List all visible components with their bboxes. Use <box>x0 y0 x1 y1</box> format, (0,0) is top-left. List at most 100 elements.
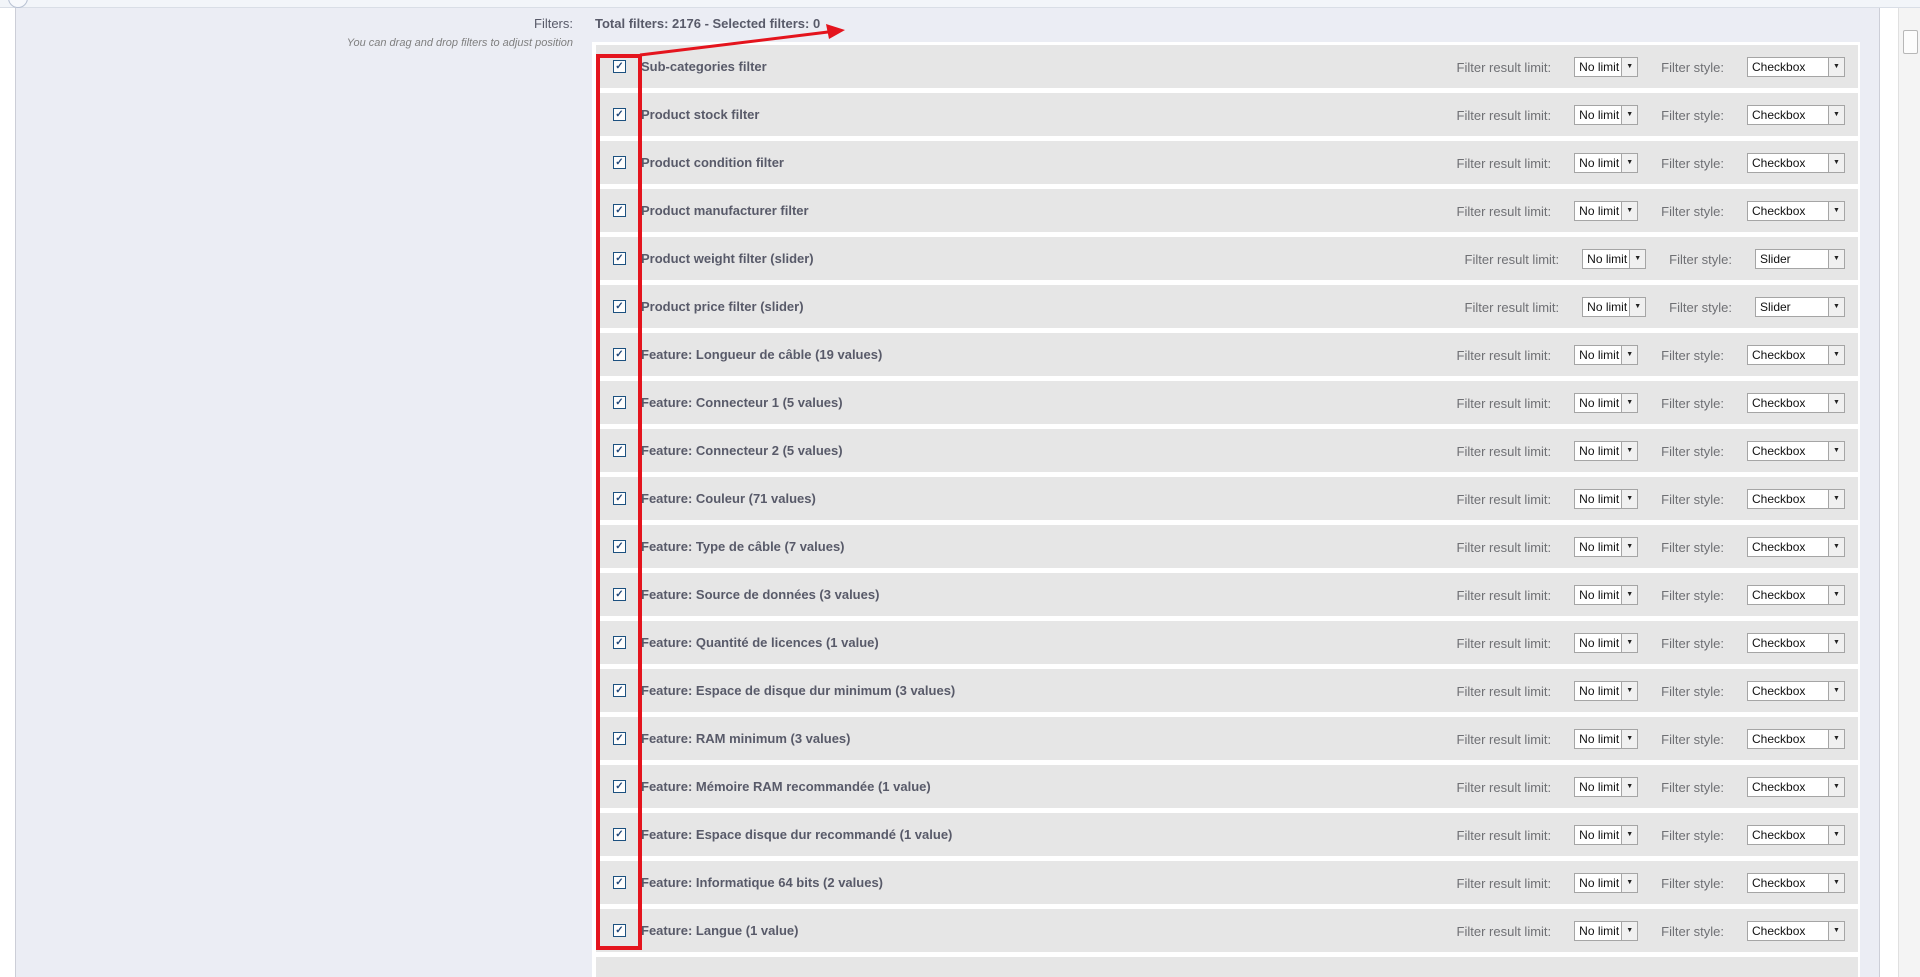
dropdown-arrow-icon[interactable]: ▼ <box>1621 826 1638 844</box>
filter-result-limit-select[interactable]: No limit ▼ <box>1574 825 1639 845</box>
filter-style-select[interactable]: Checkbox ▼ <box>1747 105 1845 125</box>
dropdown-arrow-icon[interactable]: ▼ <box>1828 538 1844 556</box>
dropdown-arrow-icon[interactable]: ▼ <box>1621 154 1638 172</box>
filter-style-select[interactable]: Checkbox ▼ <box>1747 57 1845 77</box>
dropdown-arrow-icon[interactable]: ▼ <box>1629 298 1646 316</box>
filter-style-select[interactable]: Slider ▼ <box>1755 297 1845 317</box>
filter-row[interactable]: ✓ Product weight filter (slider) Filter … <box>596 237 1858 280</box>
dropdown-arrow-icon[interactable]: ▼ <box>1621 58 1638 76</box>
filter-row[interactable]: ✓ Feature: RAM minimum (3 values) Filter… <box>596 717 1858 760</box>
filter-row[interactable]: ✓ Feature: Mémoire RAM recommandée (1 va… <box>596 765 1858 808</box>
dropdown-arrow-icon[interactable]: ▼ <box>1828 490 1844 508</box>
dropdown-arrow-icon[interactable]: ▼ <box>1629 250 1646 268</box>
filter-row-partial[interactable] <box>596 957 1858 977</box>
filter-row[interactable]: ✓ Product stock filter Filter result lim… <box>596 93 1858 136</box>
filter-style-select[interactable]: Checkbox ▼ <box>1747 681 1845 701</box>
dropdown-arrow-icon[interactable]: ▼ <box>1828 346 1844 364</box>
dropdown-arrow-icon[interactable]: ▼ <box>1621 346 1638 364</box>
filter-result-limit-select[interactable]: No limit ▼ <box>1582 297 1647 317</box>
dropdown-arrow-icon[interactable]: ▼ <box>1621 922 1638 940</box>
filter-row[interactable]: ✓ Feature: Espace disque dur recommandé … <box>596 813 1858 856</box>
dropdown-arrow-icon[interactable]: ▼ <box>1828 826 1844 844</box>
filter-row[interactable]: ✓ Product condition filter Filter result… <box>596 141 1858 184</box>
dropdown-arrow-icon[interactable]: ▼ <box>1828 682 1844 700</box>
dropdown-arrow-icon[interactable]: ▼ <box>1828 58 1844 76</box>
filter-result-limit-select[interactable]: No limit ▼ <box>1574 489 1639 509</box>
dropdown-arrow-icon[interactable]: ▼ <box>1621 634 1638 652</box>
filter-result-limit-select[interactable]: No limit ▼ <box>1574 585 1639 605</box>
filter-style-select[interactable]: Checkbox ▼ <box>1747 537 1845 557</box>
filter-style-select[interactable]: Checkbox ▼ <box>1747 777 1845 797</box>
dropdown-arrow-icon[interactable]: ▼ <box>1828 586 1844 604</box>
top-circle-icon[interactable] <box>8 0 28 8</box>
dropdown-arrow-icon[interactable]: ▼ <box>1621 106 1638 124</box>
filter-row[interactable]: ✓ Feature: Couleur (71 values) Filter re… <box>596 477 1858 520</box>
dropdown-arrow-icon[interactable]: ▼ <box>1621 202 1638 220</box>
filter-result-limit-select[interactable]: No limit ▼ <box>1574 777 1639 797</box>
filter-style-select[interactable]: Checkbox ▼ <box>1747 153 1845 173</box>
dropdown-arrow-icon[interactable]: ▼ <box>1621 442 1638 460</box>
filter-result-limit-select[interactable]: No limit ▼ <box>1574 921 1639 941</box>
filter-row[interactable]: ✓ Feature: Langue (1 value) Filter resul… <box>596 909 1858 952</box>
dropdown-arrow-icon[interactable]: ▼ <box>1621 682 1638 700</box>
scrollbar-thumb[interactable] <box>1903 30 1918 54</box>
filter-style-select[interactable]: Checkbox ▼ <box>1747 345 1845 365</box>
filter-style-select[interactable]: Checkbox ▼ <box>1747 489 1845 509</box>
dropdown-arrow-icon[interactable]: ▼ <box>1828 298 1844 316</box>
filter-row[interactable]: ✓ Sub-categories filter Filter result li… <box>596 45 1858 88</box>
dropdown-arrow-icon[interactable]: ▼ <box>1828 106 1844 124</box>
filter-style-select[interactable]: Checkbox ▼ <box>1747 585 1845 605</box>
filter-result-limit-select[interactable]: No limit ▼ <box>1574 153 1639 173</box>
filter-result-limit-select[interactable]: No limit ▼ <box>1574 873 1639 893</box>
filter-result-limit-select[interactable]: No limit ▼ <box>1574 729 1639 749</box>
filter-result-limit-select[interactable]: No limit ▼ <box>1574 681 1639 701</box>
dropdown-arrow-icon[interactable]: ▼ <box>1828 394 1844 412</box>
dropdown-arrow-icon[interactable]: ▼ <box>1621 874 1638 892</box>
dropdown-arrow-icon[interactable]: ▼ <box>1828 202 1844 220</box>
filter-result-limit-select[interactable]: No limit ▼ <box>1574 105 1639 125</box>
filter-row[interactable]: ✓ Product manufacturer filter Filter res… <box>596 189 1858 232</box>
filter-result-limit-select[interactable]: No limit ▼ <box>1574 345 1639 365</box>
dropdown-arrow-icon[interactable]: ▼ <box>1828 154 1844 172</box>
filter-result-limit-select[interactable]: No limit ▼ <box>1574 537 1639 557</box>
dropdown-arrow-icon[interactable]: ▼ <box>1828 874 1844 892</box>
dropdown-arrow-icon[interactable]: ▼ <box>1828 442 1844 460</box>
dropdown-arrow-icon[interactable]: ▼ <box>1828 250 1844 268</box>
filter-result-limit-select[interactable]: No limit ▼ <box>1574 393 1639 413</box>
dropdown-arrow-icon[interactable]: ▼ <box>1828 922 1844 940</box>
filter-style-select[interactable]: Checkbox ▼ <box>1747 729 1845 749</box>
dropdown-arrow-icon[interactable]: ▼ <box>1621 394 1638 412</box>
dropdown-arrow-icon[interactable]: ▼ <box>1621 586 1638 604</box>
filter-row[interactable]: ✓ Feature: Type de câble (7 values) Filt… <box>596 525 1858 568</box>
filter-style-select[interactable]: Checkbox ▼ <box>1747 633 1845 653</box>
filter-style-select[interactable]: Checkbox ▼ <box>1747 921 1845 941</box>
filter-style-select[interactable]: Checkbox ▼ <box>1747 873 1845 893</box>
dropdown-arrow-icon[interactable]: ▼ <box>1828 634 1844 652</box>
filter-row[interactable]: ✓ Feature: Longueur de câble (19 values)… <box>596 333 1858 376</box>
filter-row[interactable]: ✓ Feature: Connecteur 1 (5 values) Filte… <box>596 381 1858 424</box>
filter-row[interactable]: ✓ Product price filter (slider) Filter r… <box>596 285 1858 328</box>
filter-row[interactable]: ✓ Feature: Source de données (3 values) … <box>596 573 1858 616</box>
filter-result-limit-select[interactable]: No limit ▼ <box>1582 249 1647 269</box>
limit-value: No limit <box>1579 60 1620 74</box>
dropdown-arrow-icon[interactable]: ▼ <box>1621 730 1638 748</box>
dropdown-arrow-icon[interactable]: ▼ <box>1621 490 1638 508</box>
filter-result-limit-select[interactable]: No limit ▼ <box>1574 633 1639 653</box>
filter-style-select[interactable]: Slider ▼ <box>1755 249 1845 269</box>
filter-style-select[interactable]: Checkbox ▼ <box>1747 825 1845 845</box>
filter-style-select[interactable]: Checkbox ▼ <box>1747 393 1845 413</box>
filter-result-limit-select[interactable]: No limit ▼ <box>1574 201 1639 221</box>
filter-result-limit-select[interactable]: No limit ▼ <box>1574 57 1639 77</box>
vertical-scrollbar[interactable] <box>1898 8 1920 977</box>
filter-row[interactable]: ✓ Feature: Connecteur 2 (5 values) Filte… <box>596 429 1858 472</box>
filter-style-select[interactable]: Checkbox ▼ <box>1747 441 1845 461</box>
filter-row[interactable]: ✓ Feature: Espace de disque dur minimum … <box>596 669 1858 712</box>
filter-style-select[interactable]: Checkbox ▼ <box>1747 201 1845 221</box>
dropdown-arrow-icon[interactable]: ▼ <box>1621 778 1638 796</box>
dropdown-arrow-icon[interactable]: ▼ <box>1828 778 1844 796</box>
filter-row[interactable]: ✓ Feature: Informatique 64 bits (2 value… <box>596 861 1858 904</box>
dropdown-arrow-icon[interactable]: ▼ <box>1828 730 1844 748</box>
filter-result-limit-select[interactable]: No limit ▼ <box>1574 441 1639 461</box>
filter-row[interactable]: ✓ Feature: Quantité de licences (1 value… <box>596 621 1858 664</box>
dropdown-arrow-icon[interactable]: ▼ <box>1621 538 1638 556</box>
